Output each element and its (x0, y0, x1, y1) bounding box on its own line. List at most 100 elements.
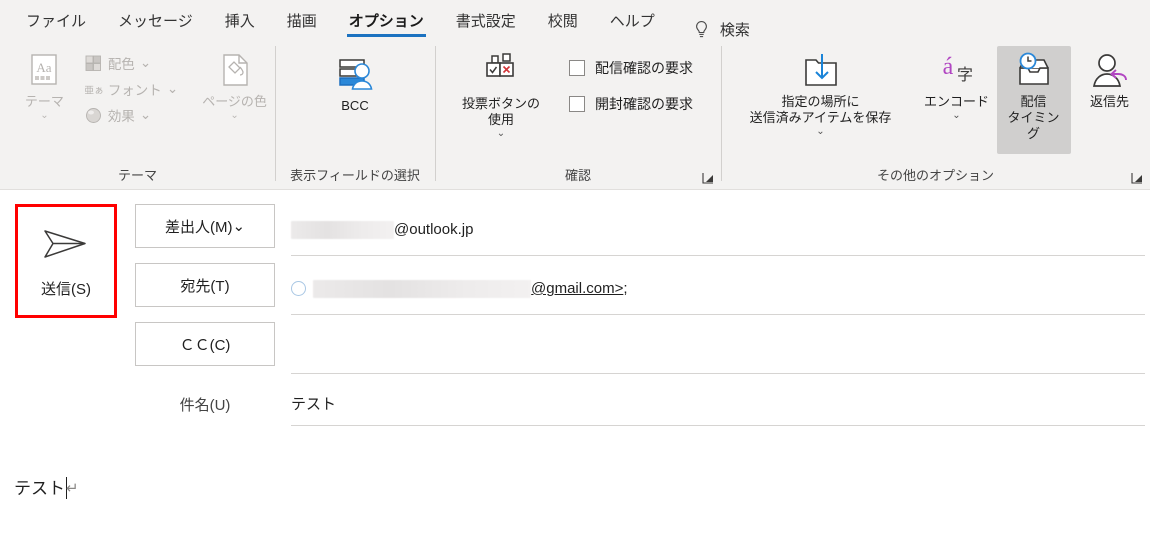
paragraph-mark-icon: ↵ (66, 479, 79, 497)
save-sent-item-to-button[interactable]: 指定の場所に 送信済みアイテムを保存 ⌄ (725, 46, 917, 139)
theme-small-gallery: 配色 ⌄ 亜ぁ フォント ⌄ 効果 ⌄ (81, 46, 182, 126)
page-color-icon (215, 50, 255, 90)
theme-aa-icon: Aa (26, 50, 62, 90)
subject-field-label: 件名(U) (179, 396, 231, 414)
bcc-button[interactable]: BCC (320, 50, 390, 116)
colors-label: 配色 (107, 57, 135, 72)
field-row-from: 差出人(M) ⌄ @outlook.jp (132, 204, 1150, 263)
themes-label: テーマ (24, 94, 64, 109)
tab-label: オプション (348, 12, 424, 30)
from-field-button[interactable]: 差出人(M) ⌄ (135, 204, 275, 248)
direct-replies-to-button[interactable]: 返信先 (1073, 46, 1147, 112)
chevron-down-icon: ⌄ (232, 218, 246, 235)
tab-label: ヘルプ (609, 12, 655, 30)
send-button-annotation: 送信(S) (15, 204, 117, 318)
request-read-receipt-checkbox[interactable]: 開封確認の要求 (569, 94, 693, 114)
tab-label: メッセージ (118, 12, 193, 30)
svg-text:á: á (942, 54, 953, 80)
direct-replies-to-label: 返信先 (1089, 94, 1129, 109)
fonts-label: フォント (107, 83, 162, 98)
lightbulb-icon (693, 20, 710, 39)
effects-label: 効果 (107, 109, 135, 124)
tab-label: 描画 (286, 12, 317, 30)
page-color-label: ページの色 (202, 94, 267, 109)
tab-options[interactable]: オプション (333, 0, 440, 40)
delay-delivery-button[interactable]: 配信 タイミング (996, 46, 1071, 154)
cc-field-button[interactable]: ＣＣ(C) (135, 322, 275, 366)
chevron-down-icon: ⌄ (40, 109, 49, 121)
svg-text:字: 字 (956, 65, 972, 84)
group-label-text: 確認 (564, 168, 591, 183)
outlook-compose-window: ファイル メッセージ 挿入 描画 オプション 書式設定 校閲 ヘルプ 検索 Aa… (0, 0, 1150, 559)
save-to-folder-icon (798, 50, 844, 90)
bcc-icon (333, 54, 377, 94)
ribbon-options-tab-content: Aa テーマ ⌄ 配色 ⌄ 亜ぁ フォント ⌄ 効果 ⌄ ページの色 ⌄ テーマ… (0, 40, 1150, 190)
message-body-text: テスト (14, 478, 65, 498)
group-label-tracking: 確認 (435, 163, 721, 189)
colors-item[interactable]: 配色 ⌄ (81, 52, 182, 74)
ribbon-group-show-fields: BCC 表示フィールドの選択 (275, 40, 435, 189)
delay-delivery-label: 配信 タイミング (1007, 94, 1060, 141)
page-color-button[interactable]: ページの色 ⌄ (194, 46, 275, 123)
compose-header: 送信(S) 差出人(M) ⌄ @outlook.jp 宛先(T) @gmail.… (0, 190, 1150, 455)
request-read-receipt-label: 開封確認の要求 (595, 96, 693, 112)
ribbon-group-more-options: 指定の場所に 送信済みアイテムを保存 ⌄ á 字 エンコード ⌄ 配信 タイミン… (721, 40, 1150, 189)
chevron-down-icon: ⌄ (496, 127, 506, 139)
dialog-launcher-icon[interactable] (1130, 168, 1144, 184)
effects-item[interactable]: 効果 ⌄ (81, 104, 182, 126)
svg-text:亜ぁ: 亜ぁ (85, 85, 103, 96)
send-arrow-icon (39, 224, 93, 268)
cc-field-value-area[interactable] (291, 322, 1145, 374)
redacted-text (313, 279, 531, 298)
checkbox-box (569, 96, 585, 112)
dialog-launcher-icon[interactable] (701, 168, 715, 184)
encoding-label: エンコード (924, 94, 990, 109)
use-voting-buttons-label: 投票ボタンの 使用 (461, 96, 540, 127)
to-address-separator: ; (623, 280, 628, 297)
chevron-down-icon: ⌄ (816, 125, 825, 137)
tab-review[interactable]: 校閲 (532, 0, 594, 40)
from-address-domain: @outlook.jp (394, 221, 474, 238)
tab-insert[interactable]: 挿入 (209, 0, 271, 40)
tab-label: 書式設定 (455, 12, 516, 30)
to-field-button[interactable]: 宛先(T) (135, 263, 275, 307)
tab-draw[interactable]: 描画 (271, 0, 333, 40)
group-label-more-options: その他のオプション (721, 163, 1150, 189)
voting-buttons-icon (479, 52, 523, 92)
message-body-text-line: テスト ↵ (14, 477, 79, 499)
tab-label: 挿入 (224, 12, 255, 30)
tab-file[interactable]: ファイル (10, 0, 102, 40)
send-button-column: 送信(S) (0, 190, 132, 455)
from-field-value-area[interactable]: @outlook.jp (291, 204, 1145, 256)
request-delivery-receipt-label: 配信確認の要求 (595, 60, 693, 76)
to-field-value-area[interactable]: @gmail.com> ; (291, 263, 1145, 315)
presence-indicator-icon (291, 281, 306, 296)
redacted-text (291, 220, 394, 239)
subject-field-value-area[interactable]: テスト (291, 382, 1145, 426)
fonts-item[interactable]: 亜ぁ フォント ⌄ (81, 78, 182, 100)
use-voting-buttons-button[interactable]: 投票ボタンの 使用 ⌄ (449, 46, 553, 141)
tracking-checkbox-list: 配信確認の要求 開封確認の要求 (569, 46, 693, 114)
bcc-label: BCC (341, 98, 369, 113)
message-body-editor[interactable]: テスト ↵ (0, 455, 1150, 559)
to-field-label: 宛先(T) (180, 277, 230, 295)
tab-help[interactable]: ヘルプ (594, 0, 671, 40)
to-field-value: @gmail.com> ; (313, 279, 628, 298)
reply-person-icon (1088, 50, 1132, 90)
tell-me-label: 検索 (719, 22, 750, 39)
effects-sphere-icon (85, 106, 103, 124)
chevron-down-icon: ⌄ (952, 109, 961, 121)
group-label-theme: テーマ (117, 168, 157, 183)
field-row-cc: ＣＣ(C) (132, 322, 1150, 381)
ribbon-group-theme: Aa テーマ ⌄ 配色 ⌄ 亜ぁ フォント ⌄ 効果 ⌄ ページの色 ⌄ テーマ (0, 40, 275, 189)
encoding-button[interactable]: á 字 エンコード ⌄ (919, 46, 995, 123)
tab-format-text[interactable]: 書式設定 (440, 0, 532, 40)
request-delivery-receipt-checkbox[interactable]: 配信確認の要求 (569, 58, 693, 78)
send-button[interactable]: 送信(S) (20, 209, 112, 313)
tell-me-search-box[interactable]: 検索 (671, 19, 750, 40)
tab-label: 校閲 (547, 12, 578, 30)
tab-message[interactable]: メッセージ (102, 0, 209, 40)
tab-label: ファイル (26, 12, 87, 30)
delay-delivery-clock-icon (1012, 50, 1056, 90)
themes-button[interactable]: Aa テーマ ⌄ (10, 46, 79, 123)
